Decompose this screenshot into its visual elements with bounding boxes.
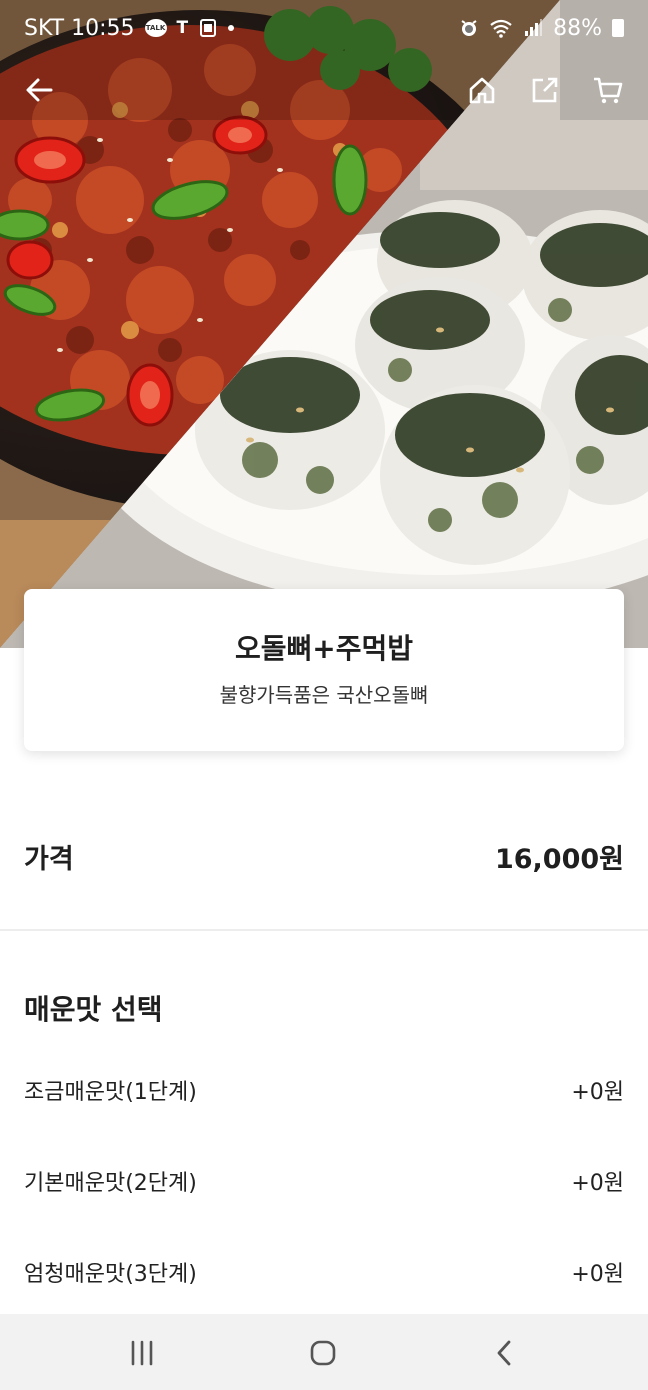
spicy-option-item[interactable]: 엄청매운맛(3단계) +0원 xyxy=(24,1252,624,1292)
clipboard-icon xyxy=(198,18,218,38)
alarm-icon xyxy=(459,18,479,38)
section-divider xyxy=(0,929,648,931)
share-button[interactable] xyxy=(519,64,571,116)
product-info-card: 오돌뼈+주먹밥 불향가득품은 국산오돌뼈 xyxy=(24,589,624,751)
back-arrow-icon xyxy=(26,78,53,102)
option-label: 조금매운맛(1단계) xyxy=(24,1080,197,1105)
carrier-time: SKT 10:55 xyxy=(24,15,135,41)
screen: SKT 10:55 TALK T 88% 오돌뼈+주먹밥 불향가득품은 국산오돌… xyxy=(0,0,648,1390)
back-button[interactable] xyxy=(13,64,65,116)
price-label: 가격 xyxy=(24,843,74,875)
status-right: 88% xyxy=(459,16,624,41)
product-name: 오돌뼈+주먹밥 xyxy=(234,632,414,665)
option-price: +0원 xyxy=(571,1080,624,1105)
spicy-option-item[interactable]: 기본매운맛(2단계) +0원 xyxy=(24,1161,624,1201)
spicy-option-item[interactable]: 조금매운맛(1단계) +0원 xyxy=(24,1070,624,1110)
status-left: SKT 10:55 TALK T xyxy=(24,15,235,41)
option-label: 기본매운맛(2단계) xyxy=(24,1171,197,1196)
cart-button[interactable] xyxy=(582,64,634,116)
option-label: 엄청매운맛(3단계) xyxy=(24,1262,197,1287)
system-back-button[interactable] xyxy=(475,1328,535,1378)
share-icon xyxy=(532,77,558,103)
home-icon xyxy=(469,77,495,104)
option-price: +0원 xyxy=(571,1262,624,1287)
price-row: 가격 16,000원 xyxy=(24,834,624,878)
recent-apps-icon xyxy=(131,1340,153,1366)
home-circle-icon xyxy=(310,1340,336,1366)
price-value: 16,000원 xyxy=(494,843,624,875)
app-bar xyxy=(0,64,648,116)
status-bar: SKT 10:55 TALK T 88% xyxy=(0,0,648,56)
system-nav-bar xyxy=(0,1314,648,1390)
cart-icon xyxy=(594,77,623,104)
kakaotalk-icon: TALK xyxy=(144,19,167,37)
dot-icon xyxy=(228,25,235,31)
product-description: 불향가득품은 국산오돌뼈 xyxy=(219,683,429,707)
back-chevron-icon xyxy=(497,1340,511,1366)
option-price: +0원 xyxy=(571,1171,624,1196)
system-home-button[interactable] xyxy=(293,1328,353,1378)
spicy-option-title: 매운맛 선택 xyxy=(24,993,163,1026)
wifi-icon xyxy=(489,18,513,38)
battery-icon xyxy=(612,19,624,37)
tmap-icon: T xyxy=(176,18,189,38)
battery-percent: 88% xyxy=(553,15,602,41)
signal-icon xyxy=(523,18,543,38)
home-button[interactable] xyxy=(456,64,508,116)
recent-apps-button[interactable] xyxy=(112,1328,172,1378)
